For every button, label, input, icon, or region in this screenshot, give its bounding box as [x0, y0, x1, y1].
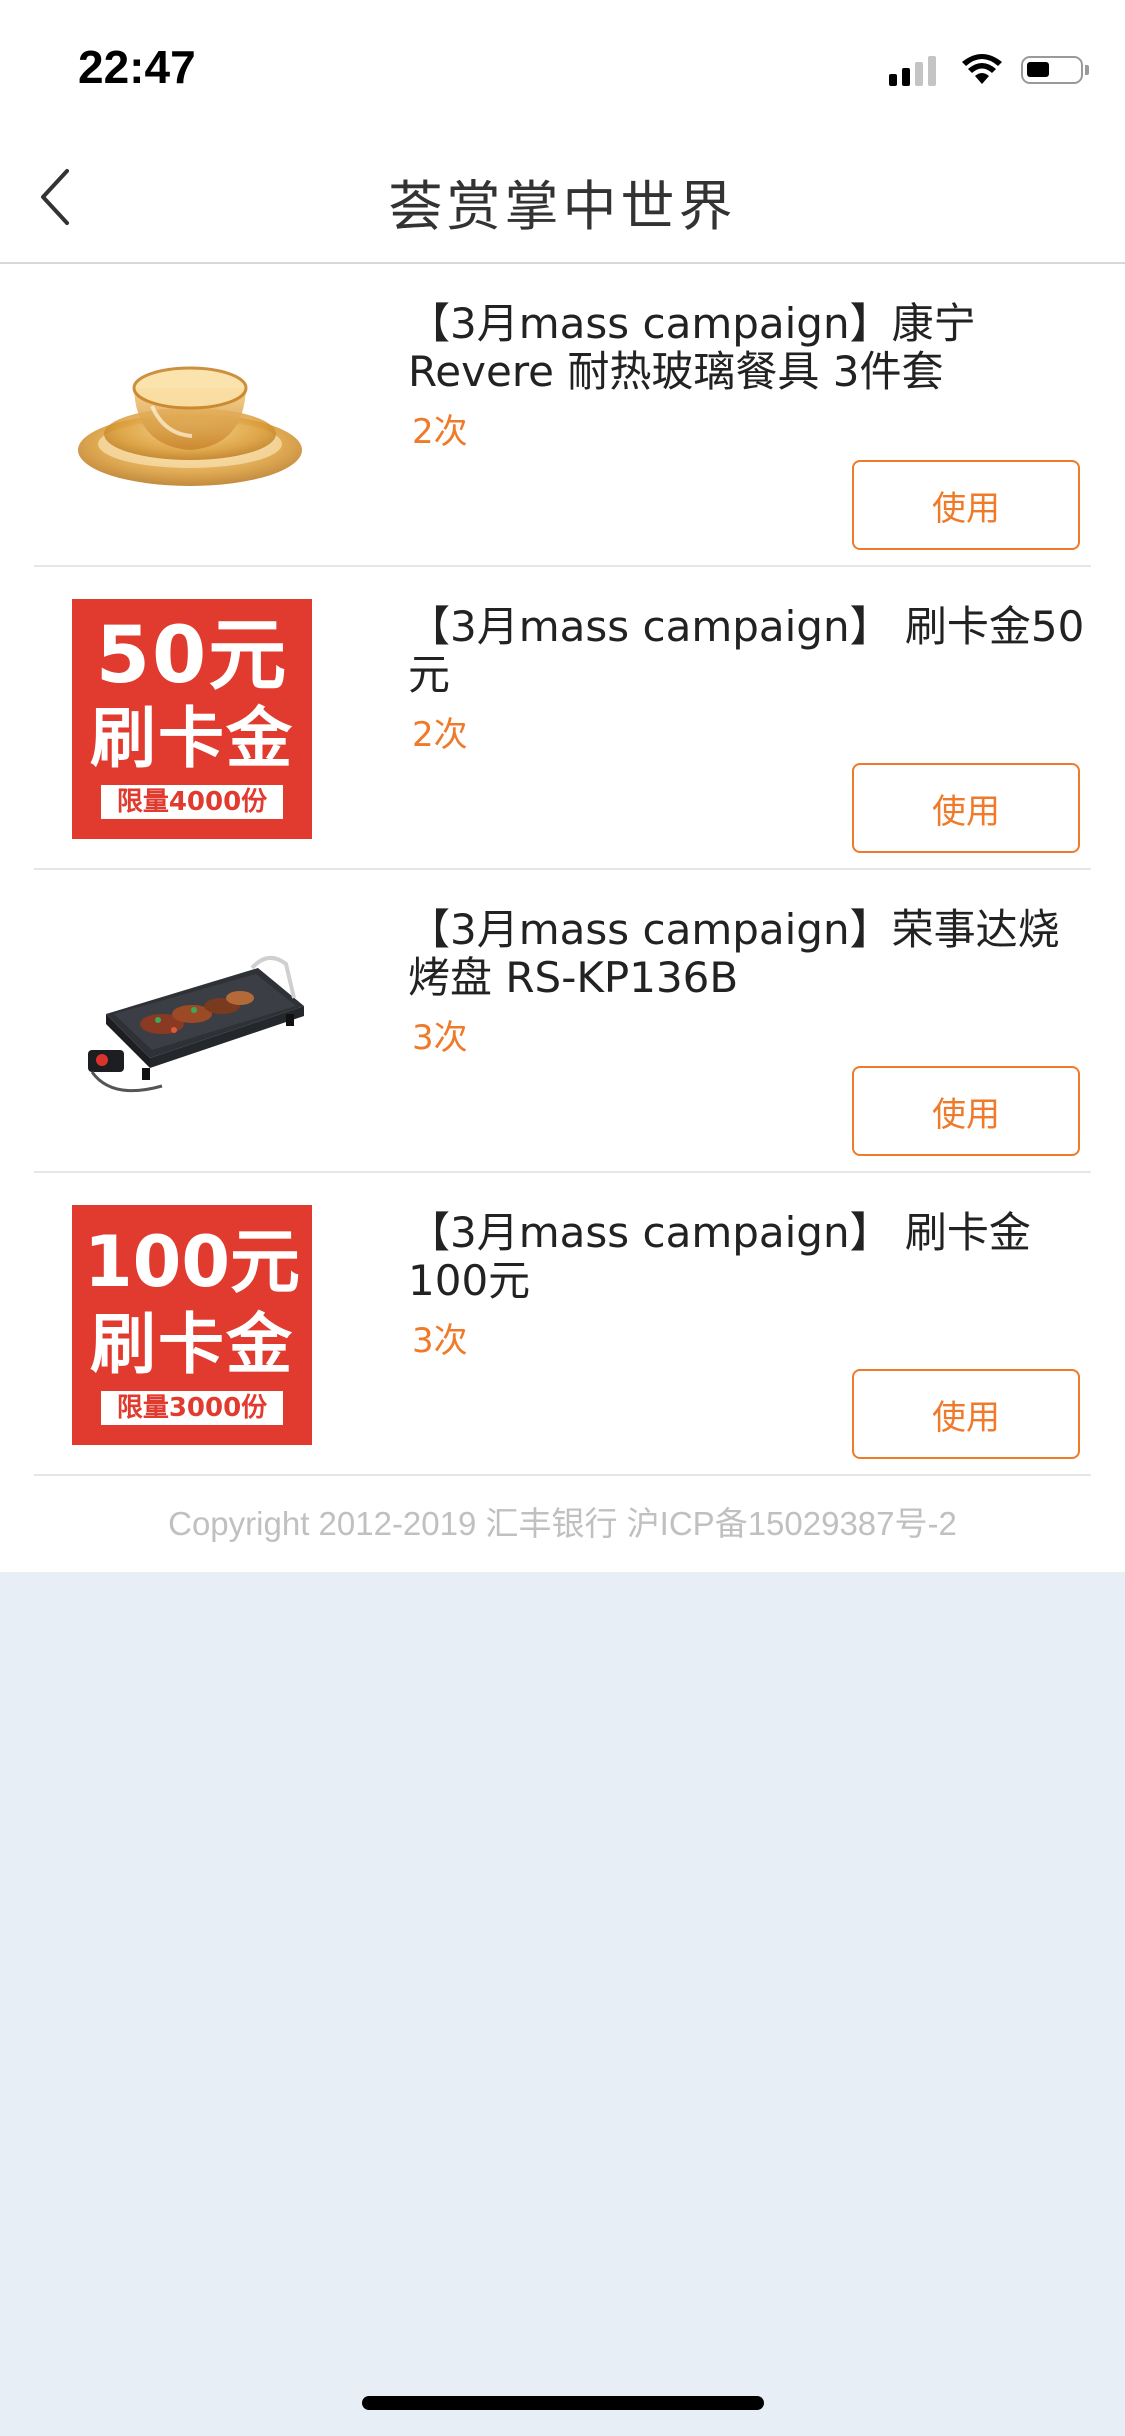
card-credit-image: 100元 刷卡金 限量3000份: [72, 1205, 312, 1445]
use-button[interactable]: 使用: [852, 1066, 1080, 1156]
card-amount: 100元: [83, 1221, 301, 1303]
nav-bar: 荟赏掌中世界: [0, 132, 1125, 264]
item-count: 3次: [412, 1321, 468, 1361]
card-limit: 限量4000份: [100, 785, 284, 819]
home-indicator[interactable]: [362, 2396, 764, 2410]
product-image-glass-dishware: [72, 296, 312, 536]
item-title: 【3月mass campaign】荣事达烧烤盘 RS-KP136B: [408, 905, 1060, 1002]
card-limit: 限量3000份: [100, 1391, 284, 1425]
product-image-grill-pan: [72, 902, 312, 1142]
reward-list: 【3月mass campaign】康宁Revere 耐热玻璃餐具 3件套 2次 …: [0, 264, 1125, 1572]
item-title: 【3月mass campaign】康宁Revere 耐热玻璃餐具 3件套: [408, 299, 976, 396]
battery-icon: [1021, 56, 1089, 84]
card-credit-image: 50元 刷卡金 限量4000份: [72, 599, 312, 839]
item-count: 2次: [412, 715, 468, 755]
item-count: 3次: [412, 1018, 468, 1058]
item-count: 2次: [412, 412, 468, 452]
card-label: 刷卡金: [90, 700, 294, 777]
use-button[interactable]: 使用: [852, 763, 1080, 853]
item-title: 【3月mass campaign】 刷卡金100元: [408, 1208, 1031, 1305]
list-item[interactable]: 100元 刷卡金 限量3000份 【3月mass campaign】 刷卡金10…: [34, 1173, 1091, 1476]
page-title: 荟赏掌中世界: [388, 175, 737, 238]
card-label: 刷卡金: [90, 1306, 294, 1383]
status-time: 22:47: [78, 41, 196, 93]
list-item[interactable]: 【3月mass campaign】荣事达烧烤盘 RS-KP136B 3次 使用: [34, 870, 1091, 1173]
list-item[interactable]: 50元 刷卡金 限量4000份 【3月mass campaign】 刷卡金50元…: [34, 567, 1091, 870]
list-item[interactable]: 【3月mass campaign】康宁Revere 耐热玻璃餐具 3件套 2次 …: [34, 264, 1091, 567]
item-title: 【3月mass campaign】 刷卡金50元: [408, 602, 1085, 699]
use-button[interactable]: 使用: [852, 460, 1080, 550]
status-bar: 22:47: [0, 0, 1125, 132]
wifi-icon: [962, 54, 1002, 84]
status-icons: [889, 50, 1089, 90]
cellular-signal-icon: [889, 54, 941, 86]
use-button[interactable]: 使用: [852, 1369, 1080, 1459]
card-amount: 50元: [95, 611, 289, 701]
copyright-footer: Copyright 2012-2019 汇丰银行 沪ICP备15029387号-…: [168, 1505, 957, 1542]
